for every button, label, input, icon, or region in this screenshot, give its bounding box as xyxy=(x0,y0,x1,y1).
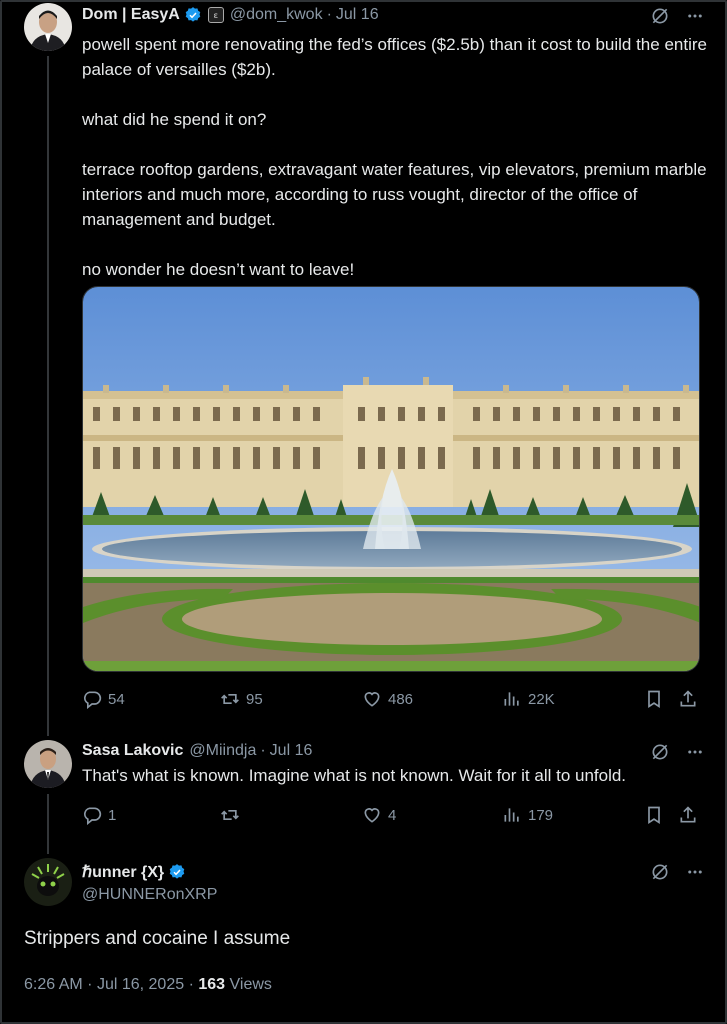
like-icon xyxy=(364,808,380,823)
tweet-paragraph: powell spent more renovating the fed’s o… xyxy=(82,35,707,79)
tweet-actions: 1 4 179 xyxy=(82,805,700,829)
like-button[interactable]: 4 xyxy=(362,805,396,825)
avatar[interactable] xyxy=(24,3,72,51)
bookmark-icon xyxy=(648,806,660,825)
tweet-actions: 54 95 486 22K xyxy=(82,689,700,713)
grok-icon[interactable] xyxy=(650,6,670,31)
views-count: 163 xyxy=(198,976,226,993)
more-icon[interactable] xyxy=(686,7,704,30)
more-icon[interactable] xyxy=(686,743,704,766)
views-button[interactable]: 179 xyxy=(502,805,553,825)
author-name[interactable]: ℏunner {X} xyxy=(82,862,164,882)
reply-count: 54 xyxy=(108,690,125,708)
author-name[interactable]: Dom | EasyA xyxy=(82,6,180,24)
tweet-handle-row: @HUNNERonXRP xyxy=(82,886,217,904)
tweet-header: Sasa Lakovic @Miindja · Jul 16 xyxy=(82,742,312,760)
views-count: 179 xyxy=(528,806,554,824)
repost-icon xyxy=(221,694,239,704)
tweet-top-actions xyxy=(650,862,704,887)
tweet-top-actions xyxy=(650,6,704,31)
repost-button[interactable]: 95 xyxy=(220,689,263,709)
reply-icon xyxy=(84,807,102,825)
separator-dot: · xyxy=(260,742,266,759)
views-button[interactable]: 22K xyxy=(502,689,555,709)
tweet-paragraph: what did he spend it on? xyxy=(82,110,267,129)
separator-dot: · xyxy=(188,976,194,993)
like-button[interactable]: 486 xyxy=(362,689,413,709)
tweet-body: That's what is known. Imagine what is no… xyxy=(82,766,627,785)
more-icon[interactable] xyxy=(686,863,704,886)
bookmark-button[interactable] xyxy=(644,805,664,825)
thread-line xyxy=(47,56,49,736)
grok-icon[interactable] xyxy=(650,742,670,767)
reply-count: 1 xyxy=(108,806,117,824)
author-handle[interactable]: @Miindja xyxy=(189,742,256,760)
repost-icon xyxy=(221,810,239,820)
share-icon xyxy=(680,806,696,823)
tweet-image[interactable] xyxy=(82,286,700,672)
bookmark-icon xyxy=(648,690,660,709)
repost-button[interactable] xyxy=(220,805,240,825)
views-label: Views xyxy=(229,976,272,993)
bookmark-button[interactable] xyxy=(644,689,664,709)
like-count: 4 xyxy=(388,806,397,824)
reply-button[interactable]: 54 xyxy=(82,689,125,709)
tweet-body: powell spent more renovating the fed’s o… xyxy=(82,32,712,282)
tweet-date[interactable]: Jul 16, 2025 xyxy=(97,976,184,993)
share-button[interactable] xyxy=(678,805,698,825)
affiliate-badge-icon: ε xyxy=(207,7,224,23)
reply-icon xyxy=(84,691,102,709)
views-count: 22K xyxy=(528,690,555,708)
author-handle[interactable]: @HUNNERonXRP xyxy=(82,886,217,904)
separator-dot: · xyxy=(87,976,93,993)
tweet-header: ℏunner {X} xyxy=(82,862,186,882)
tweet-body: Strippers and cocaine I assume xyxy=(24,928,291,949)
like-icon xyxy=(364,692,380,707)
tweet-paragraph: terrace rooftop gardens, extravagant wat… xyxy=(82,160,707,229)
avatar[interactable] xyxy=(24,740,72,788)
share-button[interactable] xyxy=(678,689,698,709)
tweet-header: Dom | EasyA ε @dom_kwok · Jul 16 xyxy=(82,6,379,24)
share-icon xyxy=(680,690,696,707)
verified-icon xyxy=(168,863,186,881)
avatar[interactable] xyxy=(24,858,72,906)
repost-count: 95 xyxy=(246,690,263,708)
views-icon xyxy=(504,692,519,706)
tweet-date[interactable]: Jul 16 xyxy=(336,6,379,24)
like-count: 486 xyxy=(388,690,414,708)
thread-line xyxy=(47,794,49,854)
author-name[interactable]: Sasa Lakovic xyxy=(82,742,183,760)
verified-icon xyxy=(184,6,202,24)
tweet-meta: 6:26 AM · Jul 16, 2025 · 163 Views xyxy=(24,976,272,994)
author-handle[interactable]: @dom_kwok xyxy=(230,6,323,24)
reply-button[interactable]: 1 xyxy=(82,805,116,825)
tweet-top-actions xyxy=(650,742,704,767)
separator-dot: · xyxy=(326,6,332,23)
tweet-time[interactable]: 6:26 AM xyxy=(24,976,83,993)
tweet-date[interactable]: Jul 16 xyxy=(270,742,313,760)
tweet-paragraph: no wonder he doesn’t want to leave! xyxy=(82,260,355,279)
views-icon xyxy=(504,808,519,822)
grok-icon[interactable] xyxy=(650,862,670,887)
